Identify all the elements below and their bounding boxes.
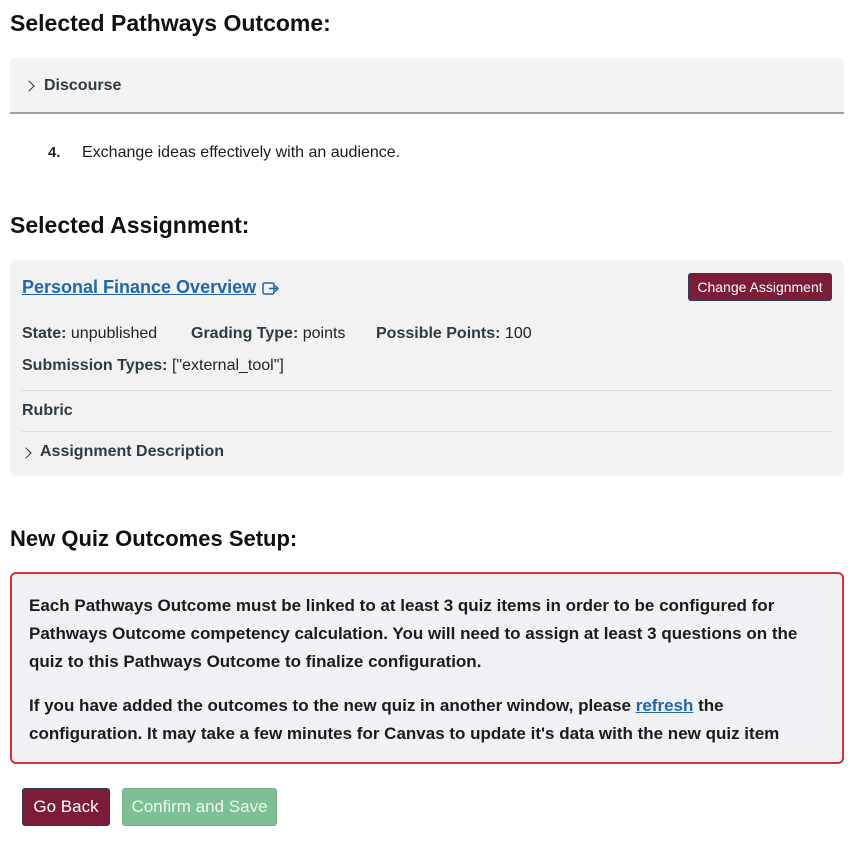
submission-types-value: ["external_tool"] bbox=[171, 357, 284, 374]
alert-text: If you have added the outcomes to the ne… bbox=[29, 696, 636, 715]
outcome-accordion[interactable] bbox=[10, 58, 844, 114]
confirm-and-save-button[interactable]: Confirm and Save bbox=[122, 788, 277, 826]
refresh-link[interactable]: refresh bbox=[636, 696, 694, 715]
possible-points-label: Possible Points: bbox=[376, 325, 501, 342]
outcome-item-text: Exchange ideas effectively with an audie… bbox=[82, 144, 401, 161]
grading-type-field: Grading Type: points bbox=[191, 325, 345, 343]
external-link-icon[interactable] bbox=[262, 280, 280, 296]
outcome-heading: Selected Pathways Outcome: bbox=[10, 10, 331, 36]
rubric-label: Rubric bbox=[22, 402, 73, 419]
outcome-accordion-label[interactable]: Discourse bbox=[44, 77, 121, 95]
outcome-item-number: 4. bbox=[48, 144, 61, 161]
quiz-setup-heading: New Quiz Outcomes Setup: bbox=[10, 526, 298, 551]
state-label: State: bbox=[22, 325, 67, 342]
assignment-title-link[interactable]: Personal Finance Overview bbox=[22, 277, 256, 298]
assignment-heading: Selected Assignment: bbox=[10, 212, 250, 238]
divider bbox=[22, 431, 832, 432]
state-value: unpublished bbox=[70, 325, 158, 342]
submission-types-field: Submission Types: ["external_tool"] bbox=[22, 357, 284, 375]
grading-type-value: points bbox=[302, 325, 346, 342]
submission-types-label: Submission Types: bbox=[22, 357, 168, 374]
go-back-button[interactable]: Go Back bbox=[22, 788, 110, 826]
alert-paragraph: Each Pathways Outcome must be linked to … bbox=[29, 596, 798, 671]
possible-points-field: Possible Points: 100 bbox=[376, 325, 532, 343]
change-assignment-button[interactable]: Change Assignment bbox=[688, 273, 832, 301]
grading-type-label: Grading Type: bbox=[191, 325, 299, 342]
assignment-description-toggle[interactable]: Assignment Description bbox=[40, 443, 224, 461]
possible-points-value: 100 bbox=[504, 325, 532, 342]
state-field: State: unpublished bbox=[22, 325, 157, 343]
alert-paragraph: If you have added the outcomes to the ne… bbox=[29, 692, 826, 748]
configuration-alert: Each Pathways Outcome must be linked to … bbox=[10, 572, 844, 764]
divider bbox=[22, 390, 832, 391]
